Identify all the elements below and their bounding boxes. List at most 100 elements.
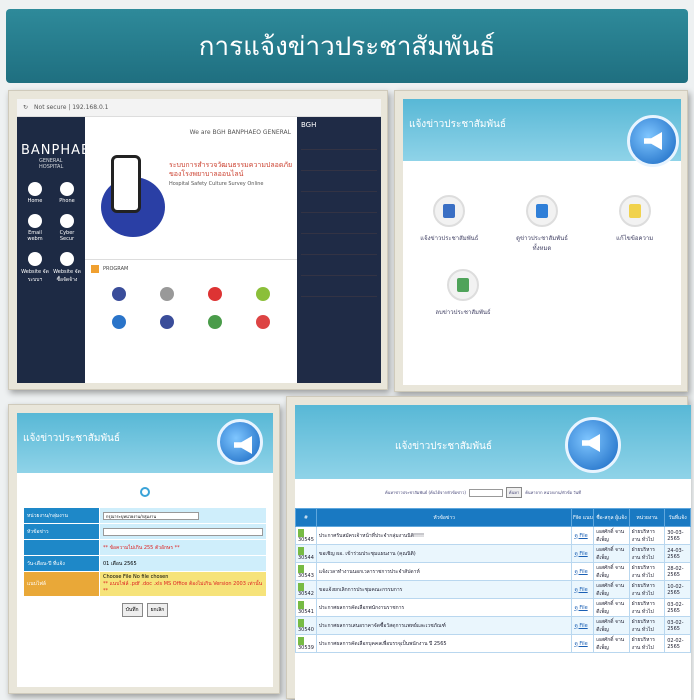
table-row[interactable]: 30545 ประกาศรับสมัครเจ้าหน้าที่ประจำกลุ่ม… xyxy=(295,526,691,545)
news-item[interactable] xyxy=(301,207,377,213)
news-date: 30-03-2565 xyxy=(664,526,691,545)
news-item[interactable] xyxy=(301,165,377,171)
news-item[interactable] xyxy=(301,249,377,255)
news-author: เอสศักดิ์ จาน ดีเพ็ญ xyxy=(593,544,630,563)
site-nav-cyber[interactable]: Cyber Secur xyxy=(53,214,81,242)
news-title[interactable]: ประกาศรับสมัครเจ้าหน้าที่ประจำกลุ่มงานนิ… xyxy=(315,526,573,545)
dept-select[interactable]: กรุณาระบุหน่วยงาน/กลุ่มงาน xyxy=(103,511,199,520)
news-date: 24-03-2565 xyxy=(664,544,691,563)
site-nav-phone[interactable]: Phone xyxy=(53,182,81,204)
program-app-icon[interactable] xyxy=(160,315,174,329)
reset-button[interactable]: ยกเลิก xyxy=(146,603,169,617)
news-dept: ฝ่ายบริหารงาน ทั่วไป xyxy=(628,598,666,617)
site-hero-banner[interactable]: ระบบการสำรวจวัฒนธรรมความปลอดภัย ของโรงพยา… xyxy=(85,147,297,259)
post-form-table: หน่วยงาน/กลุ่มงาน กรุณาระบุหน่วยงาน/กลุ่… xyxy=(23,507,267,597)
news-item[interactable] xyxy=(301,228,377,234)
site-nav-website1[interactable]: Website จัดระบบฯ xyxy=(21,252,49,284)
site-nav-website2[interactable]: Website จัดซื้อจัดจ้าง xyxy=(53,252,81,284)
table-row[interactable]: 30542 ขอแจ้งยกเลิกการประชุมคณะกรรมการ ดู F… xyxy=(295,580,691,599)
col-name: ชื่อ-สกุล ผู้แจ้ง xyxy=(593,508,630,527)
program-app-icon[interactable] xyxy=(112,315,126,329)
news-file-link[interactable]: ดู File xyxy=(571,598,595,617)
news-file-link[interactable]: ดู File xyxy=(571,544,595,563)
refresh-icon[interactable] xyxy=(140,487,150,497)
file-note: ** แนบไฟล์ .pdf .doc .xls MS Office ต้อง… xyxy=(103,581,263,594)
news-item[interactable] xyxy=(301,186,377,192)
table-row[interactable]: 30544 ขอเชิญ ผอ. เข้าร่วมประชุมแผนงาน (คุ… xyxy=(295,544,691,563)
site-nav-grid: Home Phone Email webm Cyber Secur Websit… xyxy=(17,170,85,296)
news-list-panel: แจ้งข่าวประชาสัมพันธ์ ค้นหาข่าวประชาสัมพ… xyxy=(286,396,691,700)
news-list-title: แจ้งข่าวประชาสัมพันธ์ xyxy=(395,441,492,452)
hero-subtitle: Hospital Safety Culture Survey Online xyxy=(169,181,264,187)
news-file-link[interactable]: ดู File xyxy=(571,580,595,599)
page-title: การแจ้งข่าวประชาสัมพันธ์ xyxy=(198,31,496,62)
news-title[interactable]: ประกาศผลการเสนอราคาจัดซื้อวัสดุการแพทย์แ… xyxy=(315,616,573,635)
news-item[interactable] xyxy=(301,144,377,150)
table-row[interactable]: 30541 ประกาศผลการคัดเลือกพนักงานราชการ ดู … xyxy=(295,598,691,617)
search-button[interactable]: ค้นหา xyxy=(505,487,523,498)
title-label: หัวข้อข่าว xyxy=(23,523,100,540)
site-subbrand: GENERAL HOSPITAL xyxy=(39,158,64,170)
site-topbar: We are BGH BANPHAEO GENERAL xyxy=(189,128,291,136)
admin-menu-row-1: แจ้งข่าวประชาสัมพันธ์ ดูข่าวประชาสัมพันธ… xyxy=(403,161,681,253)
news-title[interactable]: ขอเชิญ ผอ. เข้าร่วมประชุมแผนงาน (คุณนิติ… xyxy=(315,544,573,563)
menu-delete-news[interactable]: ลบข่าวประชาสัมพันธ์ xyxy=(433,269,493,317)
home-icon xyxy=(28,182,42,196)
reload-icon[interactable]: ↻ xyxy=(23,104,28,111)
news-title[interactable]: ขอแจ้งยกเลิกการประชุมคณะกรรมการ xyxy=(315,580,573,599)
news-date: 03-02-2565 xyxy=(664,616,691,635)
search-hint: ค้นหาข่าวประชาสัมพันธ์ (ค้นได้จากหัวข้อข… xyxy=(385,490,466,495)
email-icon xyxy=(28,214,42,228)
menu-post-news[interactable]: แจ้งข่าวประชาสัมพันธ์ xyxy=(419,195,479,253)
program-app-icon[interactable] xyxy=(256,287,270,301)
news-title[interactable]: ประกาศผลการคัดเลือกพนักงานราชการ xyxy=(315,598,573,617)
news-table: # หัวข้อข่าว File แนบ ชื่อ-สกุล ผู้แจ้ง … xyxy=(295,508,691,653)
news-author: เอสศักดิ์ จาน ดีเพ็ญ xyxy=(593,562,630,581)
news-file-link[interactable]: ดู File xyxy=(571,634,595,653)
table-row[interactable]: 30539 ประกาศผลการคัดเลือกบุคคลเพื่อบรรจุเ… xyxy=(295,634,691,653)
program-app-icon[interactable] xyxy=(112,287,126,301)
news-dept: ฝ่ายบริหารงาน ทั่วไป xyxy=(628,580,666,599)
menu-edit-news[interactable]: แก้ไขข้อความ xyxy=(605,195,665,253)
program-app-icon[interactable] xyxy=(208,287,222,301)
notepad-icon xyxy=(618,195,651,227)
news-dept: ฝ่ายบริหารงาน ทั่วไป xyxy=(628,616,666,635)
lock-icon xyxy=(60,214,74,228)
title-input[interactable] xyxy=(103,527,263,536)
site-nav-email[interactable]: Email webm xyxy=(21,214,49,242)
news-id: 30542 xyxy=(295,580,317,599)
file-icon xyxy=(298,564,304,573)
table-row[interactable]: 30543 แจ้งเวลาทำงานนอกเวลาราชการประจำสัปด… xyxy=(295,562,691,581)
news-title[interactable]: ประกาศผลการคัดเลือกบุคคลเพื่อบรรจุเป็นพน… xyxy=(315,634,573,653)
title-note-label xyxy=(23,539,100,556)
title-length-note: ** ข้อความไม่เกิน 255 ตัวอักษร ** xyxy=(99,539,267,556)
program-app-icon[interactable] xyxy=(256,315,270,329)
dept-label: หน่วยงาน/กลุ่มงาน xyxy=(23,507,100,524)
attach-label: แนบไฟล์ xyxy=(23,571,100,597)
news-title[interactable]: แจ้งเวลาทำงานนอกเวลาราชการประจำสัปดาห์ xyxy=(315,562,573,581)
program-app-icon[interactable] xyxy=(160,287,174,301)
submit-button[interactable]: บันทึก xyxy=(121,603,143,617)
news-item[interactable] xyxy=(301,270,377,276)
search-note: ค้นหาจาก หน่วยงาน/หัวข้อ วันที่ xyxy=(525,490,581,495)
site-nav-home[interactable]: Home xyxy=(21,182,49,204)
menu-view-all-news[interactable]: ดูข่าวประชาสัมพันธ์ทั้งหมด xyxy=(512,195,572,253)
news-item[interactable] xyxy=(301,291,377,297)
news-author: เอสศักดิ์ จาน ดีเพ็ญ xyxy=(593,580,630,599)
date-select[interactable]: 01 เดือน 2565 xyxy=(103,561,137,567)
col-dept: หน่วยงาน xyxy=(628,508,666,527)
file-icon xyxy=(298,528,304,537)
news-id: 30541 xyxy=(295,598,317,617)
phone-illustration-icon xyxy=(111,155,141,213)
news-file-link[interactable]: ดู File xyxy=(571,616,595,635)
megaphone-icon xyxy=(565,417,621,473)
news-file-link[interactable]: ดู File xyxy=(571,562,595,581)
news-file-link[interactable]: ดู File xyxy=(571,526,595,545)
site-main: We are BGH BANPHAEO GENERAL ระบบการสำรวจ… xyxy=(85,117,297,383)
program-app-icon[interactable] xyxy=(208,315,222,329)
search-input[interactable] xyxy=(468,488,503,497)
table-row[interactable]: 30540 ประกาศผลการเสนอราคาจัดซื้อวัสดุการแ… xyxy=(295,616,691,635)
news-dept: ฝ่ายบริหารงาน ทั่วไป xyxy=(628,544,666,563)
browser-address-bar[interactable]: ↻ Not secure | 192.168.0.1 xyxy=(17,99,381,117)
post-form-title: แจ้งข่าวประชาสัมพันธ์ xyxy=(23,433,120,444)
